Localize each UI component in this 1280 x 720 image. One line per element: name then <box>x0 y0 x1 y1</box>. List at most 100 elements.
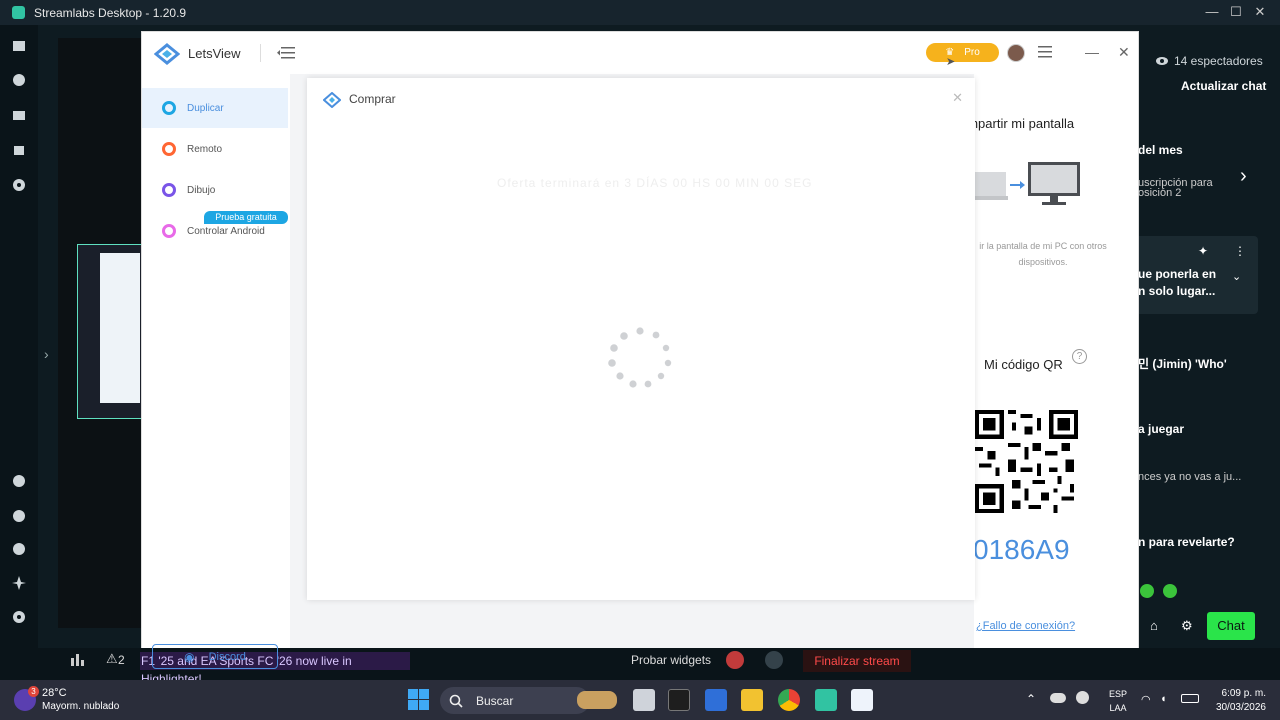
task-view-icon[interactable] <box>633 689 655 711</box>
nav-label: Dibujo <box>187 184 216 196</box>
close-icon[interactable]: ✕ <box>1252 4 1268 20</box>
window-title: Streamlabs Desktop - 1.20.9 <box>34 5 187 20</box>
store-icon[interactable]: ⌂ <box>1150 618 1158 633</box>
stats-icon[interactable] <box>70 652 84 666</box>
windows-start-icon[interactable] <box>408 689 429 710</box>
search-label: Buscar <box>476 693 514 708</box>
tray-app-icon[interactable] <box>1076 691 1089 704</box>
nav-label: Remoto <box>187 143 223 155</box>
nav-remote[interactable]: Remoto <box>142 129 288 169</box>
chat-line: nces ya no vas a ju... <box>1138 471 1242 483</box>
weather-description: Mayorm. nublado <box>42 701 120 712</box>
editor-app-icon[interactable] <box>705 689 727 711</box>
test-widgets-button[interactable]: Probar widgets <box>631 653 711 667</box>
maximize-icon[interactable]: ☐ <box>1228 4 1244 20</box>
chat-send-button[interactable]: Chat <box>1207 612 1255 640</box>
themes-icon[interactable] <box>11 72 27 88</box>
device-code: 0186A9 <box>973 534 1070 565</box>
lang-code: ESP <box>1109 689 1128 699</box>
gear-icon[interactable]: ⚙ <box>1181 618 1193 634</box>
lang-layout: LAA <box>1109 703 1127 713</box>
weather-badge: 3 <box>28 686 39 697</box>
discord-label: Discord <box>208 650 246 663</box>
app-icon-2[interactable] <box>11 508 27 524</box>
battery-icon[interactable] <box>1181 694 1199 703</box>
settings-icon[interactable] <box>11 609 27 625</box>
duplicate-icon <box>162 101 176 115</box>
news-widget-icon[interactable] <box>577 691 617 709</box>
emote-icon <box>1140 584 1154 598</box>
chat-line: 민 (Jimin) 'Who' <box>1138 357 1227 371</box>
alerts-count: 2 <box>118 653 125 667</box>
menu-icon[interactable] <box>1038 45 1052 58</box>
unity-icon[interactable] <box>668 689 690 711</box>
letsview-header: LetsView ♛ Pro — ✕ <box>142 32 1138 74</box>
file-explorer-icon[interactable] <box>741 689 763 711</box>
letsview-logo-icon <box>154 43 180 65</box>
letsview-taskbar-icon[interactable] <box>851 689 873 711</box>
pro-label: Pro <box>964 47 980 58</box>
pro-button[interactable]: ♛ Pro <box>926 43 999 62</box>
highlighter-icon[interactable] <box>11 142 27 158</box>
wifi-icon[interactable]: ◠ <box>1141 693 1151 706</box>
emote-icon <box>1163 584 1177 598</box>
end-stream-button[interactable]: Finalizar stream <box>803 650 911 672</box>
minimize-icon[interactable]: — <box>1204 4 1220 20</box>
purchase-dialog: Comprar ✕ Oferta terminará en 3 DÍAS 00 … <box>307 78 975 600</box>
help-icon[interactable]: ? <box>1072 349 1087 364</box>
store-icon[interactable] <box>11 106 27 122</box>
dialog-title: Comprar <box>349 92 396 106</box>
tray-chevron-icon[interactable]: ⌃ <box>1026 692 1036 706</box>
android-icon <box>162 224 176 238</box>
system-clock[interactable]: 6:09 p. m. 30/03/2026 <box>1212 687 1266 715</box>
collapse-menu-icon[interactable] <box>277 45 295 61</box>
nav-duplicate[interactable]: Duplicar <box>142 88 288 128</box>
collapse-chevron-icon[interactable]: ⌄ <box>1232 270 1241 283</box>
viewer-count: 14 espectadores <box>1174 54 1263 68</box>
volume-icon[interactable]: ◖ <box>1160 693 1167 705</box>
header-divider <box>260 44 261 62</box>
record-icon[interactable] <box>11 177 27 193</box>
chat-line: osición 2 <box>1138 187 1182 199</box>
letsview-brand: LetsView <box>188 46 241 61</box>
pin-icon[interactable]: ✦ <box>1198 244 1208 258</box>
chrome-icon[interactable] <box>778 689 800 711</box>
refresh-chat-link[interactable]: Actualizar chat <box>1181 79 1266 93</box>
connection-failure-link[interactable]: ¿Fallo de conexión? <box>976 620 1075 632</box>
close-icon[interactable]: ✕ <box>1118 44 1130 61</box>
preview-source-thumbnail[interactable] <box>77 244 142 419</box>
streamlabs-taskbar-icon[interactable] <box>815 689 837 711</box>
editor-icon[interactable] <box>11 38 27 54</box>
letsview-logo-icon <box>323 92 341 108</box>
loading-spinner-icon <box>605 326 675 392</box>
pc-to-monitor-illustration <box>972 160 1084 210</box>
app-icon-1[interactable] <box>11 473 27 489</box>
discord-icon: ◉ <box>184 649 195 664</box>
language-indicator[interactable]: ESP LAA <box>1109 687 1127 715</box>
alert-icon[interactable]: ⚠ <box>106 651 118 667</box>
minimize-icon[interactable]: — <box>1085 44 1099 60</box>
more-icon[interactable]: ⋮ <box>1234 244 1246 258</box>
letsview-sidebar: Duplicar Remoto Dibujo Controlar Android… <box>142 74 290 669</box>
avatar[interactable] <box>1007 44 1025 62</box>
trial-badge: Prueba gratuita <box>204 211 288 224</box>
rec-button[interactable] <box>726 651 744 669</box>
ai-sparkle-icon[interactable] <box>11 575 27 591</box>
qr-code-label: Mi código QR <box>984 357 1063 372</box>
next-chevron-icon[interactable]: › <box>1240 165 1247 188</box>
draw-icon <box>162 183 176 197</box>
app-icon-3[interactable] <box>11 541 27 557</box>
expand-chevron-icon[interactable]: › <box>44 346 49 362</box>
chat-line: a juegar <box>1138 422 1185 436</box>
discord-button[interactable]: ◉ Discord <box>152 644 278 669</box>
search-icon <box>449 694 463 708</box>
nav-label: Controlar Android <box>187 225 265 237</box>
chat-line: n para revelarte? <box>1138 535 1235 549</box>
replay-icon[interactable] <box>765 651 783 669</box>
clock-time: 6:09 p. m. <box>1221 688 1266 699</box>
share-screen-description: ir la pantalla de mi PC con otros dispos… <box>979 241 1107 267</box>
dialog-close-icon[interactable]: ✕ <box>952 90 963 106</box>
onedrive-icon[interactable] <box>1050 693 1066 703</box>
cursor-pointer-icon: ➤ <box>946 56 956 68</box>
nav-draw[interactable]: Dibujo <box>142 170 288 210</box>
